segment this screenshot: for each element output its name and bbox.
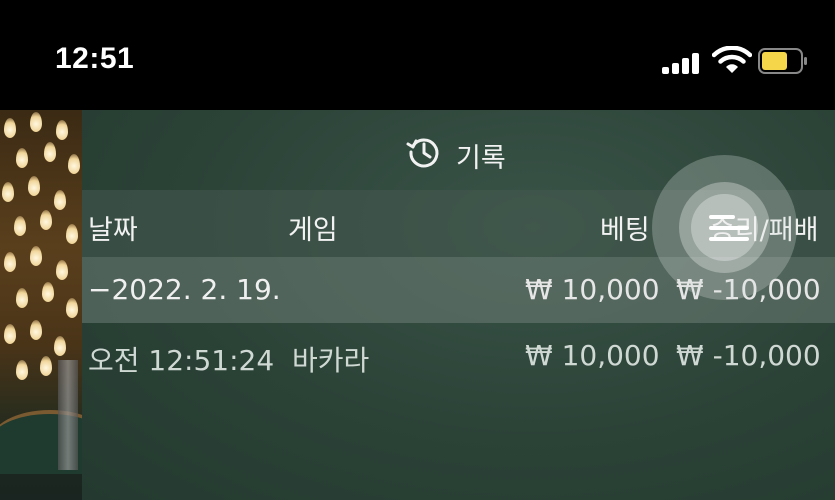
entry-time: 오전 12:51:24 (88, 344, 275, 377)
casino-background (0, 110, 82, 500)
wifi-icon (712, 46, 752, 73)
date-total-bet: ₩ 10,000 (525, 273, 660, 306)
table-row[interactable]: 오전 12:51:24 바카라 ₩ 10,000 ₩ -10,000 (82, 323, 835, 389)
history-icon (406, 138, 439, 168)
menu-icon (709, 215, 749, 245)
column-header-game: 게임 (288, 215, 338, 246)
panel-title: 기록 (456, 143, 506, 174)
entry-game: 바카라 (292, 344, 370, 377)
battery-icon (758, 48, 807, 74)
column-header-date: 날짜 (88, 215, 138, 246)
entry-bet: ₩ 10,000 (525, 339, 660, 372)
chip-stand (58, 360, 78, 470)
status-time: 12:51 (55, 42, 135, 75)
column-header-bet: 베팅 (600, 215, 650, 246)
assistive-touch-button[interactable] (652, 155, 797, 300)
cellular-signal-icon (662, 52, 702, 74)
status-bar: 12:51 (0, 0, 835, 110)
entry-result: ₩ -10,000 (676, 339, 821, 372)
date-group-label: −2022. 2. 19. (88, 273, 281, 306)
